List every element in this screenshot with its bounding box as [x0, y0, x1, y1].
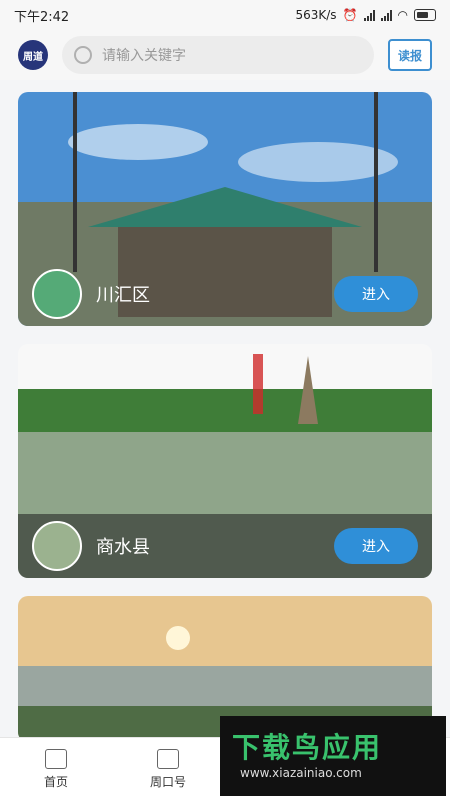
status-icons: 563K/s ⏰ ◠: [295, 8, 436, 22]
app-logo[interactable]: 周道: [18, 40, 48, 70]
enter-button[interactable]: 进入: [334, 528, 418, 564]
tab-label: 周口号: [149, 774, 186, 789]
status-bar: 下午2:42 563K/s ⏰ ◠: [0, 0, 450, 30]
tab-zhoukou-hao[interactable]: 周口号: [112, 738, 224, 800]
watermark-title: 下载鸟应用: [232, 731, 383, 764]
watermark-url: www.xiazainiao.com: [240, 766, 362, 780]
battery-icon: [414, 9, 436, 21]
read-newspaper-button[interactable]: 读报: [388, 39, 432, 71]
network-speed: 563K/s: [295, 8, 337, 22]
signal-icon: [363, 9, 375, 21]
card-title: 商水县: [96, 537, 150, 558]
signal-icon-2: [380, 9, 392, 21]
search-input[interactable]: 请输入关键字: [62, 36, 374, 74]
card-thumbnail: [32, 269, 82, 319]
alarm-icon: ⏰: [342, 8, 358, 22]
star-icon: [157, 748, 179, 769]
card-thumbnail: [32, 521, 82, 571]
tab-home[interactable]: 首页: [0, 738, 112, 800]
search-icon: [74, 46, 92, 64]
region-card-chuanhui[interactable]: 川汇区 进入: [18, 92, 432, 326]
card-overlay: 商水县 进入: [18, 514, 432, 578]
watermark-logo: 下载鸟应用 www.xiazainiao.com: [220, 716, 446, 796]
card-overlay: 川汇区 进入: [18, 262, 432, 326]
status-time: 下午2:42: [14, 9, 70, 25]
home-icon: [45, 748, 67, 769]
search-placeholder: 请输入关键字: [102, 48, 186, 64]
tab-label: 首页: [43, 774, 68, 789]
enter-button[interactable]: 进入: [334, 276, 418, 312]
header: 周道 请输入关键字 读报: [0, 30, 450, 80]
region-card-shangshui[interactable]: 商水县 进入: [18, 344, 432, 578]
wifi-icon: ◠: [397, 8, 408, 22]
card-title: 川汇区: [96, 285, 150, 306]
